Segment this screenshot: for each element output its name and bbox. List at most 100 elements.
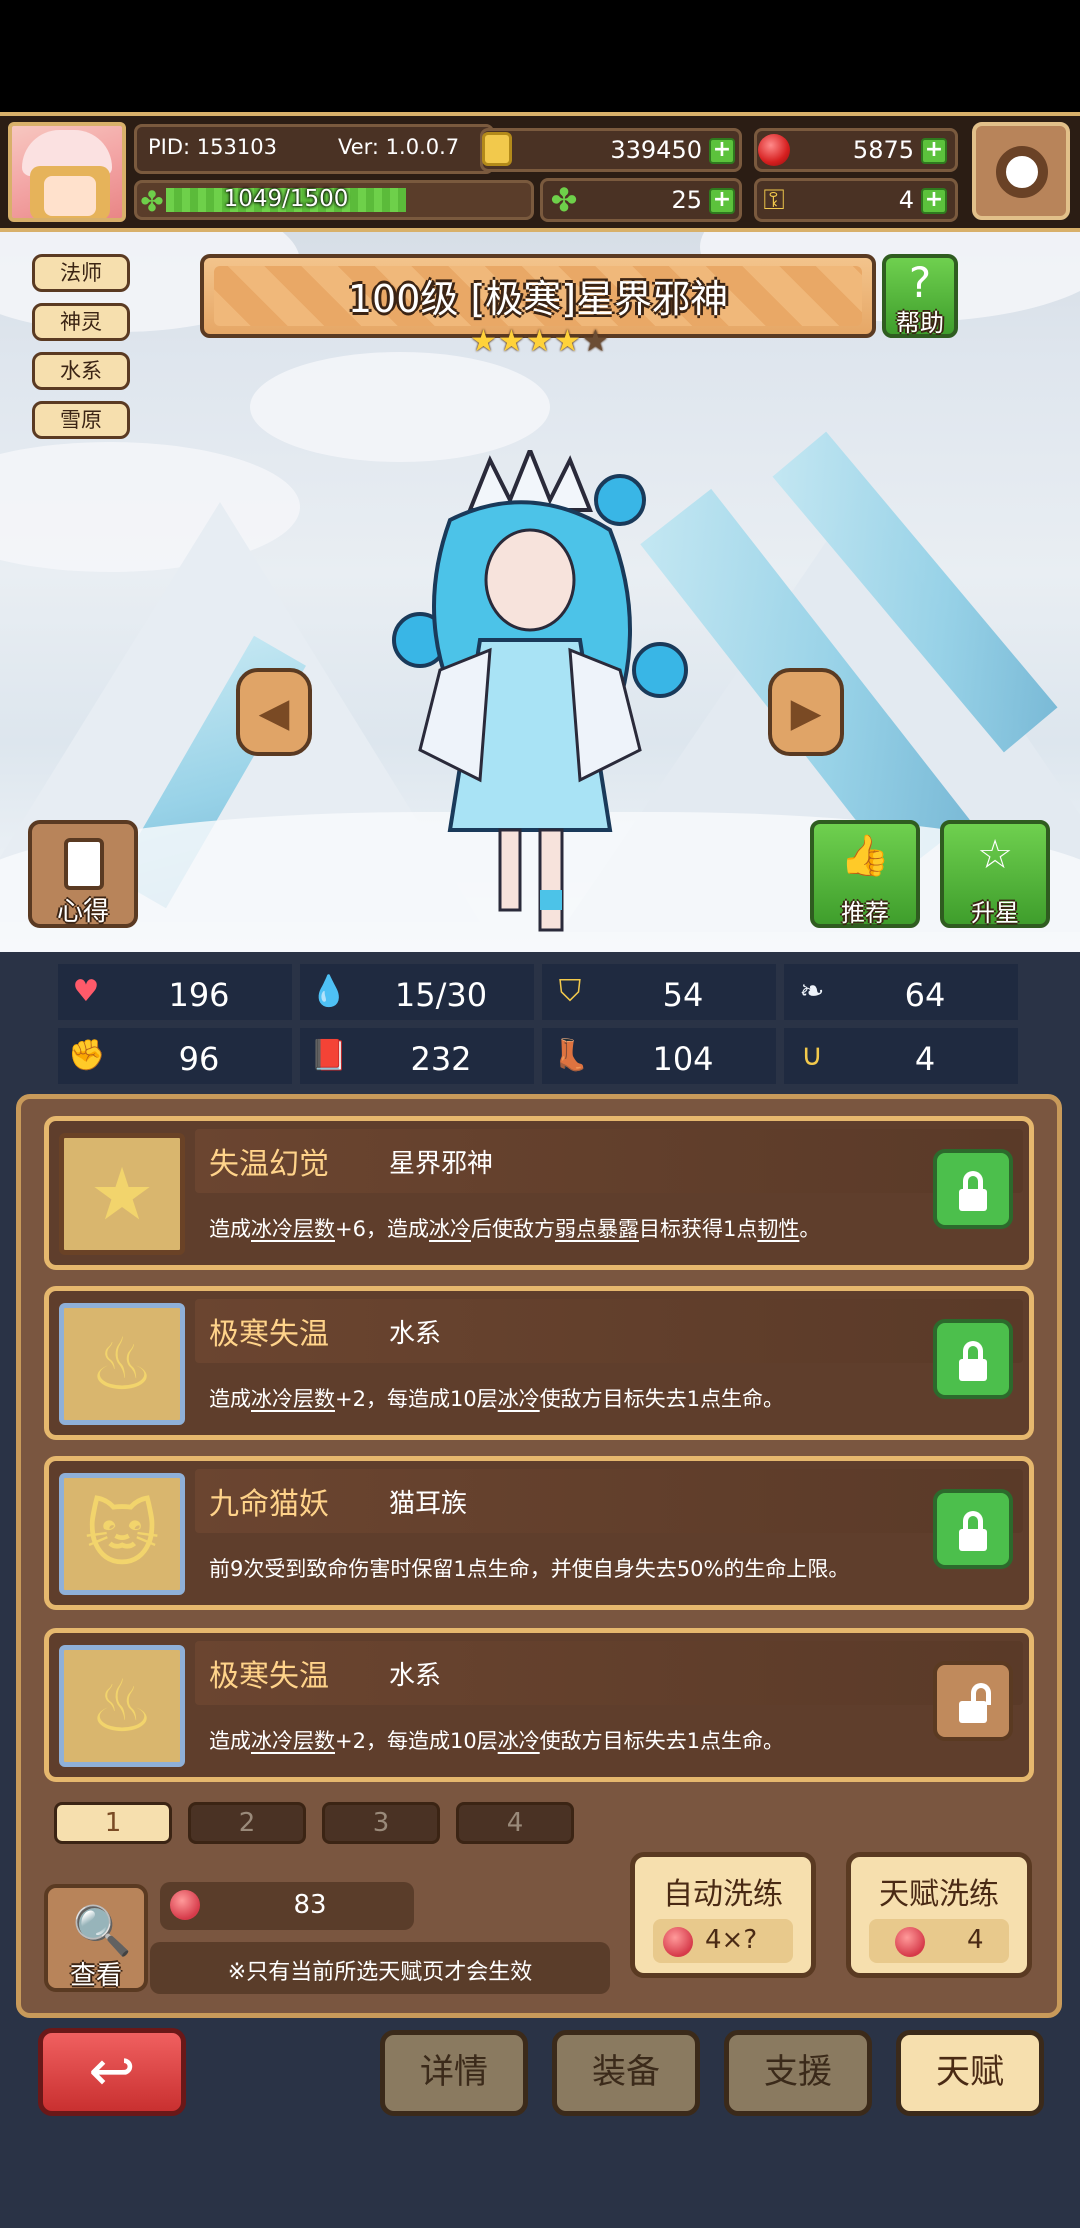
horseshoe-icon: ∪ — [801, 1038, 823, 1073]
thumbs-up-icon: 👍 — [840, 833, 890, 879]
auto-wash-button[interactable]: 自动洗练 4×? — [630, 1852, 816, 1978]
talent-card[interactable]: ★ 失温幻觉 星界邪神 造成冰冷层数+6，造成冰冷后使敌方弱点暴露目标获得1点韧… — [44, 1116, 1034, 1270]
view-label: 查看 — [69, 1961, 122, 1991]
fruit-count: 83 — [293, 1890, 327, 1920]
talent-page-note: ※只有当前所选天赋页才会生效 — [227, 1960, 533, 1985]
gold-value: 339450 — [610, 136, 702, 164]
add-key-button[interactable]: + — [921, 188, 947, 214]
settings-button[interactable] — [972, 122, 1070, 220]
star-filled-icon: ★ — [526, 324, 553, 359]
star-filled-icon: ★ — [554, 324, 581, 359]
flame-icon: ♨ — [89, 1322, 155, 1406]
talent-card[interactable]: 🐱 九命猫妖 猫耳族 前9次受到致命伤害时保留1点生命，并使自身失去50%的生命… — [44, 1456, 1034, 1610]
nav-support[interactable]: 支援 — [724, 2030, 872, 2116]
talent-card[interactable]: ♨ 极寒失温 水系 造成冰冷层数+2，每造成10层冰冷使敌方目标失去1点生命。 — [44, 1286, 1034, 1440]
stat-value: 232 — [410, 1040, 472, 1078]
talent-name: 极寒失温 — [209, 1317, 329, 1352]
talent-card[interactable]: ♨ 极寒失温 水系 造成冰冷层数+2，每造成10层冰冷使敌方目标失去1点生命。 — [44, 1628, 1034, 1782]
star-icon: ☆ — [977, 832, 1013, 878]
heart-icon: ♥ — [72, 974, 100, 1009]
talent-description: 造成冰冷层数+2，每造成10层冰冷使敌方目标失去1点生命。 — [209, 1729, 785, 1753]
race-tag[interactable]: 神灵 — [32, 303, 130, 341]
back-button[interactable]: ↩ — [38, 2028, 186, 2116]
fruit-icon — [895, 1927, 925, 1957]
upgrade-star-button[interactable]: ☆ 升星 — [940, 820, 1050, 928]
stat-value: 4 — [914, 1040, 936, 1078]
talent-name: 失温幻觉 — [209, 1147, 329, 1182]
help-button[interactable]: ? 帮助 — [882, 254, 958, 338]
view-button[interactable]: 🔍 查看 — [44, 1884, 148, 1992]
arrow-left-icon: ◀ — [258, 690, 290, 736]
wing-icon: ❧ — [799, 974, 825, 1009]
talent-page-tab-1[interactable]: 1 — [54, 1802, 172, 1844]
auto-wash-label: 自动洗练 — [663, 1877, 783, 1912]
flame-icon: ♨ — [89, 1664, 155, 1748]
clover-value: 25 — [671, 186, 702, 214]
lock-toggle-button[interactable] — [933, 1149, 1013, 1229]
key-icon: ⚿ — [763, 183, 785, 216]
add-gold-button[interactable]: + — [709, 138, 735, 164]
talent-source: 猫耳族 — [389, 1489, 468, 1519]
key-value: 4 — [898, 186, 914, 214]
stat-defense: ⛉ 54 — [542, 964, 776, 1020]
nav-talent[interactable]: 天赋 — [896, 2030, 1044, 2116]
talent-description: 造成冰冷层数+6，造成冰冷后使敌方弱点暴露目标获得1点韧性。 — [209, 1217, 821, 1241]
class-tag[interactable]: 法师 — [32, 254, 130, 292]
talent-page-tab-2[interactable]: 2 — [188, 1802, 306, 1844]
lock-toggle-button[interactable] — [933, 1319, 1013, 1399]
previous-hero-button[interactable]: ◀ — [236, 668, 312, 756]
nav-equipment[interactable]: 装备 — [552, 2030, 700, 2116]
talent-page-tab-3[interactable]: 3 — [322, 1802, 440, 1844]
star-filled-icon: ★ — [470, 324, 497, 359]
talent-wash-button[interactable]: 天赋洗练 4 — [846, 1852, 1032, 1978]
nav-details[interactable]: 详情 — [380, 2030, 528, 2116]
ruby-icon — [758, 134, 790, 166]
talent-icon-frame: ♨ — [59, 1303, 185, 1425]
cat-icon: 🐱 — [84, 1492, 160, 1576]
add-clover-button[interactable]: + — [709, 188, 735, 214]
star-empty-icon: ★ — [582, 324, 609, 359]
insight-button[interactable]: 心得 — [28, 820, 138, 928]
stat-value: 15/30 — [394, 976, 488, 1014]
recommend-label: 推荐 — [841, 899, 889, 927]
stat-value: 104 — [652, 1040, 714, 1078]
status-bar-area — [0, 0, 1080, 112]
player-id: PID: 153103 — [148, 135, 277, 159]
stat-agility: 👢 104 — [542, 1028, 776, 1084]
question-icon: ? — [908, 258, 932, 307]
stat-health: ♥ 196 — [58, 964, 292, 1020]
next-hero-button[interactable]: ▶ — [768, 668, 844, 756]
talent-description: 前9次受到致命伤害时保留1点生命，并使自身失去50%的生命上限。 — [209, 1557, 850, 1581]
talent-wash-cost: 4 — [967, 1925, 984, 1955]
arrow-right-icon: ▶ — [790, 690, 822, 736]
stat-intelligence: 📕 232 — [300, 1028, 534, 1084]
talent-name: 九命猫妖 — [209, 1487, 329, 1522]
add-ruby-button[interactable]: + — [921, 138, 947, 164]
fist-icon: ✊ — [68, 1038, 106, 1073]
lock-toggle-button[interactable] — [933, 1489, 1013, 1569]
stat-mana: 💧 15/30 — [300, 964, 534, 1020]
shield-icon: ⛉ — [558, 974, 582, 1009]
gear-icon — [996, 146, 1048, 198]
talent-page-tab-4[interactable]: 4 — [456, 1802, 574, 1844]
fruit-icon — [663, 1927, 693, 1957]
recommend-button[interactable]: 👍 推荐 — [810, 820, 920, 928]
stat-speed: ❧ 64 — [784, 964, 1018, 1020]
stat-luck: ∪ 4 — [784, 1028, 1018, 1084]
hero-character-sprite — [392, 450, 688, 932]
book-icon: 📕 — [310, 1038, 348, 1073]
unlock-toggle-button[interactable] — [933, 1661, 1013, 1741]
exp-clover-icon: ✤ — [140, 185, 164, 218]
talent-source: 水系 — [389, 1319, 442, 1349]
element-tag[interactable]: 水系 — [32, 352, 130, 390]
stat-value: 196 — [168, 976, 230, 1014]
boot-icon: 👢 — [552, 1038, 590, 1073]
talent-source: 水系 — [389, 1661, 442, 1691]
insight-label: 心得 — [56, 897, 109, 927]
magnifier-icon: 🔍 — [72, 1903, 132, 1959]
stat-strength: ✊ 96 — [58, 1028, 292, 1084]
help-label: 帮助 — [896, 309, 944, 337]
upgrade-star-label: 升星 — [971, 899, 1019, 927]
region-tag[interactable]: 雪原 — [32, 401, 130, 439]
player-avatar[interactable] — [8, 122, 126, 222]
